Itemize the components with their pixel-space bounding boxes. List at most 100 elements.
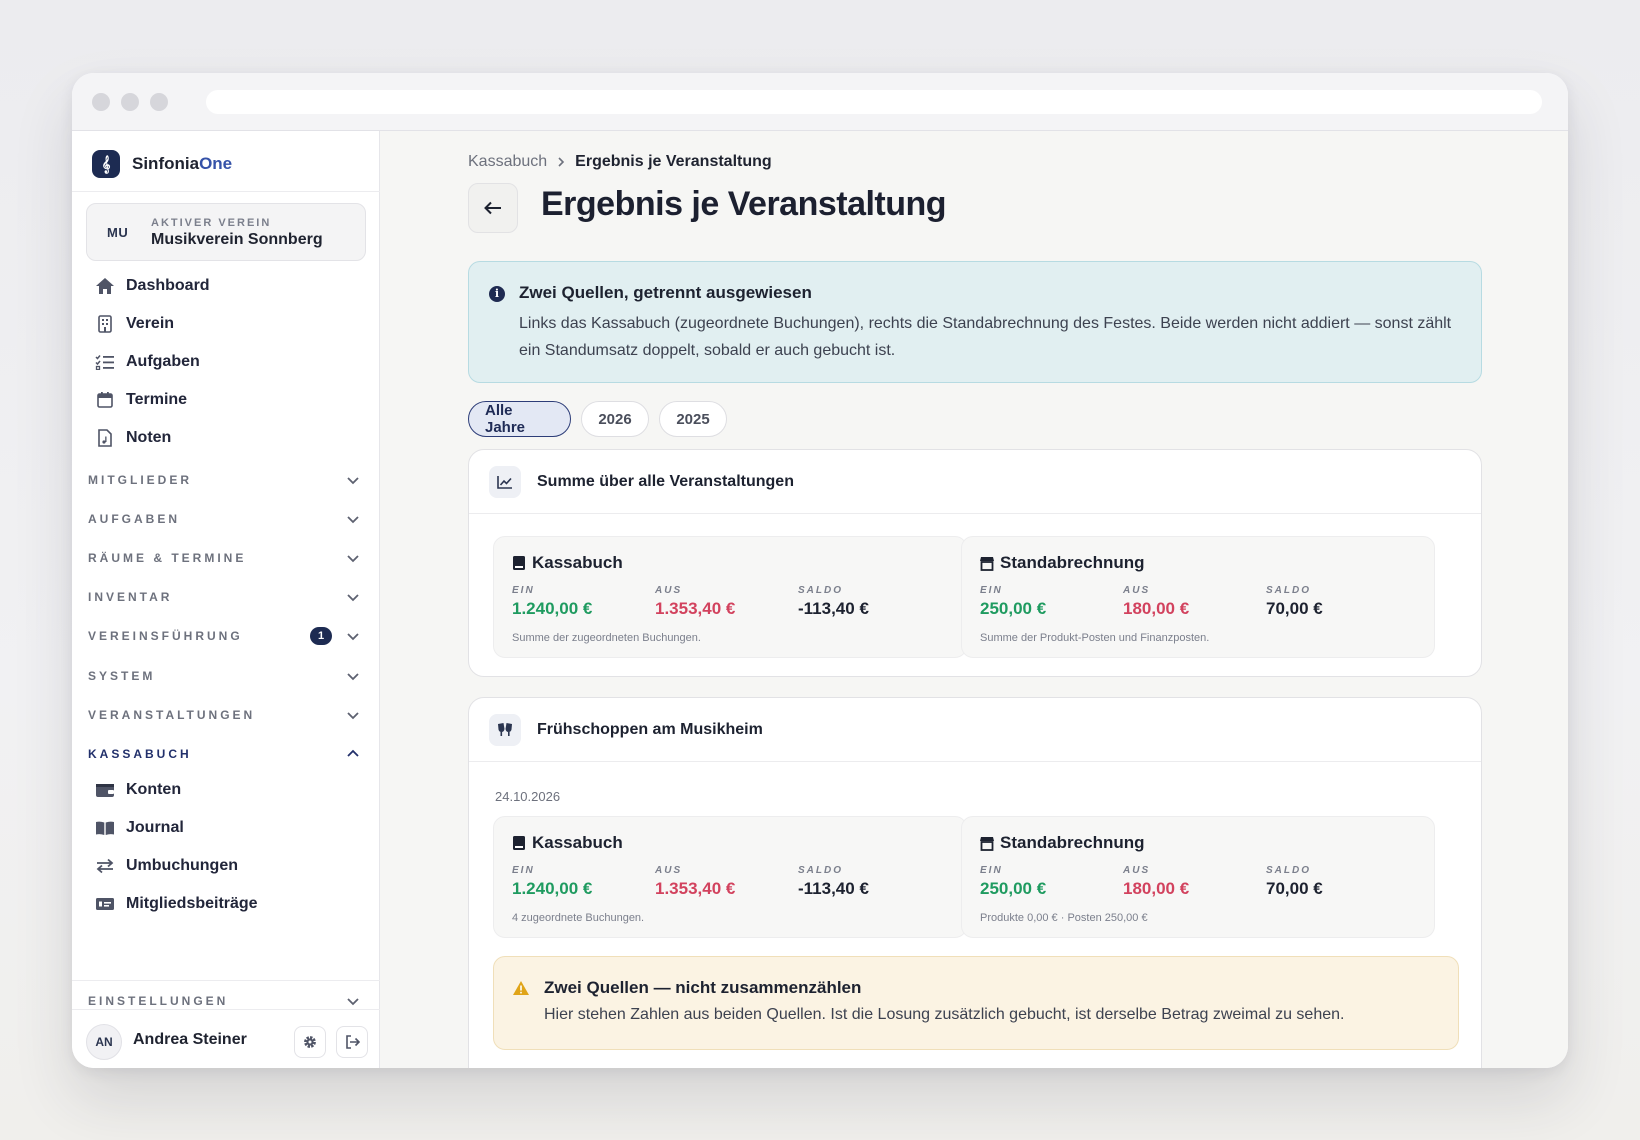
section-label: KASSABUCH	[88, 747, 192, 761]
breadcrumb: Kassabuch Ergebnis je Veranstaltung	[468, 153, 772, 171]
page-title: Ergebnis je Veranstaltung	[541, 185, 947, 223]
stat-aus: AUS 180,00 €	[1123, 585, 1189, 619]
section-inventar[interactable]: INVENTAR	[88, 584, 364, 610]
stat-ein: EIN 250,00 €	[980, 865, 1046, 899]
stat-value: 180,00 €	[1123, 879, 1190, 898]
section-label: MITGLIEDER	[88, 473, 192, 487]
stat-value: -113,40 €	[798, 879, 869, 898]
chart-line-icon	[489, 466, 521, 498]
section-system[interactable]: SYSTEM	[88, 663, 364, 689]
home-icon	[94, 275, 116, 297]
list-check-icon	[94, 351, 116, 373]
sidebar-item-noten[interactable]: Noten	[94, 423, 171, 453]
stat-value: -113,40 €	[798, 599, 869, 618]
stat-label: EIN	[512, 865, 535, 876]
filter-chip-alle-jahre[interactable]: Alle Jahre	[468, 401, 571, 437]
stat-value: 180,00 €	[1123, 599, 1190, 618]
club-name: Musikverein Sonnberg	[151, 231, 323, 248]
event-card: Frühschoppen am Musikheim 24.10.2026 Kas…	[468, 697, 1482, 1068]
stat-saldo: SALDO -113,40 €	[798, 865, 869, 899]
sidebar: 𝄞 SinfoniaOne MU AKTIVER VEREIN Musikver…	[72, 131, 380, 1068]
breadcrumb-link-kassabuch[interactable]: Kassabuch	[468, 153, 547, 171]
browser-titlebar	[72, 73, 1568, 131]
sidebar-item-termine[interactable]: Termine	[94, 385, 187, 415]
sidebar-item-journal[interactable]: Journal	[94, 813, 184, 843]
chevron-up-icon	[347, 749, 359, 757]
stat-value: 250,00 €	[980, 599, 1047, 618]
chevron-down-icon	[347, 998, 359, 1006]
stat-saldo: SALDO 70,00 €	[1266, 585, 1323, 619]
section-veranstaltungen[interactable]: VERANSTALTUNGEN	[88, 702, 364, 728]
notification-count-badge: 1	[310, 627, 332, 645]
logout-button[interactable]	[336, 1026, 368, 1058]
stat-ein: EIN 250,00 €	[980, 585, 1046, 619]
sidebar-item-mitgliedsbeitraege[interactable]: Mitgliedsbeiträge	[94, 889, 258, 919]
stat-ein: EIN 1.240,00 €	[512, 585, 592, 619]
divider	[72, 980, 380, 981]
info-icon: i	[489, 286, 505, 302]
panel-title: Kassabuch	[532, 553, 623, 572]
cheers-glasses-icon	[489, 714, 521, 746]
stat-label: EIN	[980, 585, 1003, 596]
sidebar-item-aufgaben[interactable]: Aufgaben	[94, 347, 200, 377]
stat-value: 1.240,00 €	[512, 879, 593, 898]
address-bar[interactable]	[206, 90, 1542, 114]
section-einstellungen[interactable]: EINSTELLUNGEN	[88, 988, 364, 1014]
stat-ein: EIN 1.240,00 €	[512, 865, 592, 899]
active-club-switcher[interactable]: MU AKTIVER VEREIN Musikverein Sonnberg	[86, 203, 366, 261]
info-text: Links das Kassabuch (zugeordnete Buchung…	[519, 315, 1452, 359]
panel-title: Standabrechnung	[1000, 833, 1145, 852]
section-raeume-termine[interactable]: RÄUME & TERMINE	[88, 545, 364, 571]
window-close-dot[interactable]	[92, 93, 110, 111]
section-mitglieder[interactable]: MITGLIEDER	[88, 467, 364, 493]
stat-label: SALDO	[1266, 865, 1311, 876]
section-label: RÄUME & TERMINE	[88, 551, 247, 565]
arrow-left-icon	[484, 201, 501, 215]
stat-value: 70,00 €	[1266, 879, 1323, 898]
card-title: Frühschoppen am Musikheim	[537, 721, 763, 738]
section-kassabuch[interactable]: KASSABUCH	[88, 741, 364, 767]
stat-aus: AUS 1.353,40 €	[655, 585, 735, 619]
info-callout: i Zwei Quellen, getrennt ausgewiesen Lin…	[468, 261, 1482, 383]
stat-label: EIN	[980, 865, 1003, 876]
panel-title: Standabrechnung	[1000, 553, 1145, 572]
section-vereinsfuehrung[interactable]: VEREINSFÜHRUNG 1	[88, 623, 364, 649]
sidebar-item-label: Aufgaben	[126, 353, 200, 370]
panel-note: 4 zugeordnete Buchungen.	[512, 912, 645, 924]
money-card-icon	[94, 893, 116, 915]
section-label: VEREINSFÜHRUNG	[88, 629, 243, 643]
kassabuch-panel: Kassabuch EIN 1.240,00 € AUS 1.353,40 € …	[493, 816, 967, 938]
sidebar-item-konten[interactable]: Konten	[94, 775, 181, 805]
panel-title: Kassabuch	[532, 833, 623, 852]
event-date: 24.10.2026	[495, 789, 561, 804]
avatar[interactable]: AN	[86, 1024, 122, 1060]
chevron-right-icon	[558, 157, 565, 167]
stat-label: AUS	[655, 865, 683, 876]
stat-saldo: SALDO -113,40 €	[798, 585, 869, 619]
document-music-icon	[94, 427, 116, 449]
stat-label: AUS	[1123, 585, 1151, 596]
settings-button[interactable]	[294, 1026, 326, 1058]
window-minimize-dot[interactable]	[121, 93, 139, 111]
sidebar-item-umbuchungen[interactable]: Umbuchungen	[94, 851, 238, 881]
back-button[interactable]	[468, 183, 518, 233]
info-title: Zwei Quellen, getrennt ausgewiesen	[519, 283, 812, 302]
brand-logo-link[interactable]: 𝄞 SinfoniaOne	[92, 149, 232, 179]
sidebar-item-dashboard[interactable]: Dashboard	[94, 271, 210, 301]
club-badge: MU	[107, 225, 129, 240]
sidebar-item-label: Mitgliedsbeiträge	[126, 895, 258, 912]
stat-label: AUS	[1123, 865, 1151, 876]
stat-label: SALDO	[1266, 585, 1311, 596]
section-aufgaben[interactable]: AUFGABEN	[88, 506, 364, 532]
window-maximize-dot[interactable]	[150, 93, 168, 111]
filter-chip-2026[interactable]: 2026	[581, 401, 649, 437]
filter-chip-2025[interactable]: 2025	[659, 401, 727, 437]
wallet-icon	[94, 779, 116, 801]
sidebar-item-verein[interactable]: Verein	[94, 309, 174, 339]
sidebar-item-label: Termine	[126, 391, 188, 408]
chevron-down-icon	[347, 673, 359, 681]
calendar-icon	[94, 389, 116, 411]
stat-value: 1.240,00 €	[512, 599, 593, 618]
book-icon	[513, 836, 525, 850]
warning-text: Hier stehen Zahlen aus beiden Quellen. I…	[544, 1006, 1345, 1023]
